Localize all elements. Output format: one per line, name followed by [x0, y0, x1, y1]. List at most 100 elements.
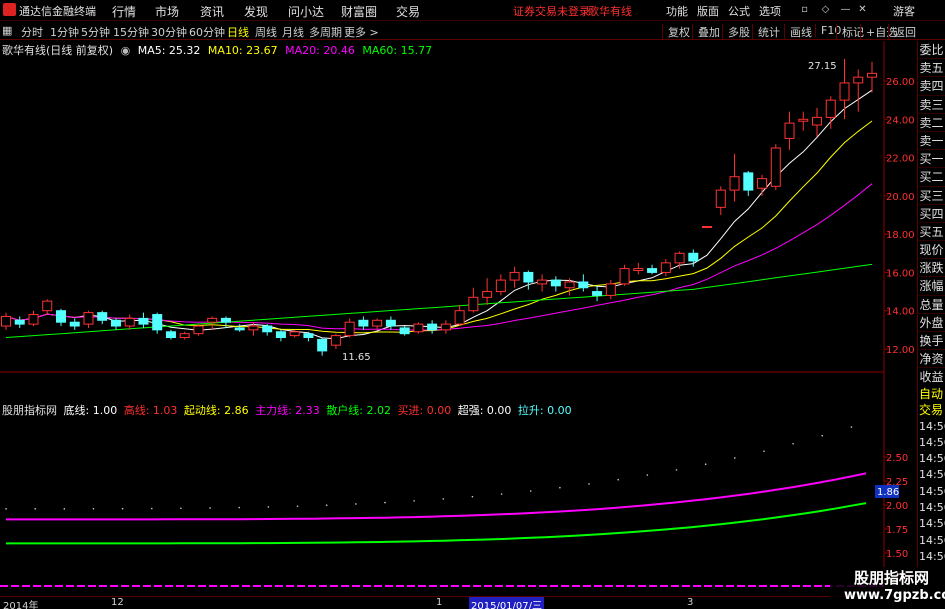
y-tick-label: 18.00: [886, 230, 915, 241]
candle-body: [647, 268, 658, 273]
zhuli-line: [6, 472, 867, 521]
menu-gongneng[interactable]: 功能: [666, 3, 688, 19]
candle-body: [660, 262, 671, 273]
period-30min[interactable]: 30分钟: [151, 24, 187, 40]
side-shouyi[interactable]: 收益: [918, 368, 945, 387]
menu-caifuquan[interactable]: 财富圈: [341, 3, 377, 20]
side-zhangfu[interactable]: 涨幅: [918, 277, 945, 296]
side-zongliang[interactable]: 总量: [918, 296, 945, 314]
qidong-dot: [238, 506, 241, 509]
candle-body: [798, 118, 809, 122]
candle: [798, 111, 809, 131]
current-stock-name: 歌华有线: [588, 5, 632, 18]
menu-faxian[interactable]: 发现: [244, 3, 268, 20]
candle-body: [578, 281, 589, 289]
candle-body: [42, 300, 53, 312]
period-more[interactable]: 更多 >: [344, 24, 379, 40]
dixian-value: 底线: 1.00: [63, 404, 118, 417]
period-toolbar: ▦ 分时 1分钟 5分钟 15分钟 30分钟 60分钟 日线 周线 月线 多周期…: [0, 22, 945, 40]
sanhu-value: 散户线: 2.02: [326, 404, 392, 417]
candle: [124, 314, 135, 330]
period-multi[interactable]: 多周期: [309, 24, 342, 40]
period-weekly[interactable]: 周线: [255, 24, 277, 40]
candle-body: [69, 321, 80, 327]
menu-jiaoyi[interactable]: 交易: [396, 3, 420, 20]
menu-shichang[interactable]: 市场: [155, 3, 179, 20]
candle: [110, 318, 121, 330]
qidong-dot: [675, 469, 678, 471]
user-guest[interactable]: 游客: [893, 3, 915, 19]
candle-body: [427, 323, 438, 331]
side-buy4[interactable]: 买四: [918, 205, 945, 223]
period-5min[interactable]: 5分钟: [81, 24, 110, 40]
qidong-dot: [63, 508, 66, 510]
restore-icon[interactable]: ◇: [818, 2, 833, 17]
qidong-dot: [34, 508, 36, 510]
side-sell2[interactable]: 卖二: [918, 114, 945, 132]
side-jingzi[interactable]: 净资: [918, 350, 945, 369]
side-weibi[interactable]: 委比: [918, 41, 945, 60]
candle-body: [83, 312, 94, 325]
candle: [152, 312, 163, 334]
candle: [14, 316, 25, 328]
candle: [482, 278, 493, 305]
menu-hangqing[interactable]: 行情: [112, 3, 136, 20]
candle-body: [495, 279, 506, 293]
candle-body: [619, 268, 630, 285]
candle-body: [757, 178, 768, 189]
watermark-title: 股朋指标网: [854, 569, 930, 587]
menu-banmian[interactable]: 版面: [697, 3, 719, 19]
grid-icon[interactable]: ▦: [2, 24, 12, 37]
btn-diejia[interactable]: 叠加: [692, 24, 720, 40]
side-buy5[interactable]: 买五: [918, 223, 945, 242]
btn-duogu[interactable]: 多股: [722, 24, 750, 40]
side-xianjia[interactable]: 现价: [918, 241, 945, 260]
candle-body: [413, 323, 424, 333]
period-fenshi[interactable]: 分时: [21, 24, 43, 40]
candle: [193, 324, 204, 336]
side-zhangdie[interactable]: 涨跌: [918, 259, 945, 278]
eye-icon[interactable]: ◉: [121, 44, 131, 57]
period-monthly[interactable]: 月线: [282, 24, 304, 40]
side-huanshou[interactable]: 换手: [918, 332, 945, 351]
period-15min[interactable]: 15分钟: [113, 24, 149, 40]
kline-chart[interactable]: 26.00 24.00 22.00 20.00 18.00 16.00 14.00 12.00…: [0, 41, 917, 596]
side-sell4[interactable]: 卖四: [918, 77, 945, 96]
side-waipan[interactable]: 外盘: [918, 314, 945, 332]
btn-huaxian[interactable]: 画线: [784, 24, 812, 40]
minimize-icon[interactable]: ▫: [797, 2, 812, 17]
menu-wenxiaoda[interactable]: 问小达: [288, 3, 324, 20]
qidong-dot: [150, 507, 153, 510]
candle: [757, 174, 768, 196]
side-sell1[interactable]: 卖一: [918, 132, 945, 151]
candle-body: [207, 317, 218, 323]
qidong-dot: [121, 507, 124, 510]
side-buy2[interactable]: 买二: [918, 168, 945, 187]
candle-body: [330, 335, 341, 346]
candle-body: [674, 252, 685, 264]
period-daily[interactable]: 日线: [227, 24, 249, 40]
side-buy1[interactable]: 买一: [918, 150, 945, 169]
side-buy3[interactable]: 买三: [918, 187, 945, 205]
menu-icon[interactable]: —: [838, 2, 853, 17]
menu-gongshi[interactable]: 公式: [728, 3, 750, 19]
btn-fuquan[interactable]: 复权: [662, 24, 690, 40]
close-icon[interactable]: ✕: [855, 2, 870, 17]
candle-body: [770, 147, 781, 187]
period-60min[interactable]: 60分钟: [189, 24, 225, 40]
trade-login-warning[interactable]: 证券交易未登录: [513, 3, 590, 19]
side-sell3[interactable]: 卖三: [918, 96, 945, 114]
side-sell5[interactable]: 卖五: [918, 59, 945, 78]
period-1min[interactable]: 1分钟: [50, 24, 79, 40]
candle: [317, 337, 328, 356]
side-auto[interactable]: 自动: [918, 386, 945, 402]
candle-body: [193, 325, 204, 335]
menu-xuanxiang[interactable]: 选项: [759, 3, 781, 19]
current-value-marker: 1.86: [875, 485, 899, 498]
btn-tongji[interactable]: 统计: [752, 24, 780, 40]
side-trade[interactable]: 交易: [918, 402, 945, 418]
candle-body: [275, 331, 286, 339]
quote-side-panel: 委比 卖五 卖四 卖三 卖二 卖一 买一 买二 买三 买四 买五 现价 涨跌 涨…: [917, 41, 945, 411]
menu-zixun[interactable]: 资讯: [200, 3, 224, 20]
btn-fanhui[interactable]: 返回: [888, 24, 916, 40]
